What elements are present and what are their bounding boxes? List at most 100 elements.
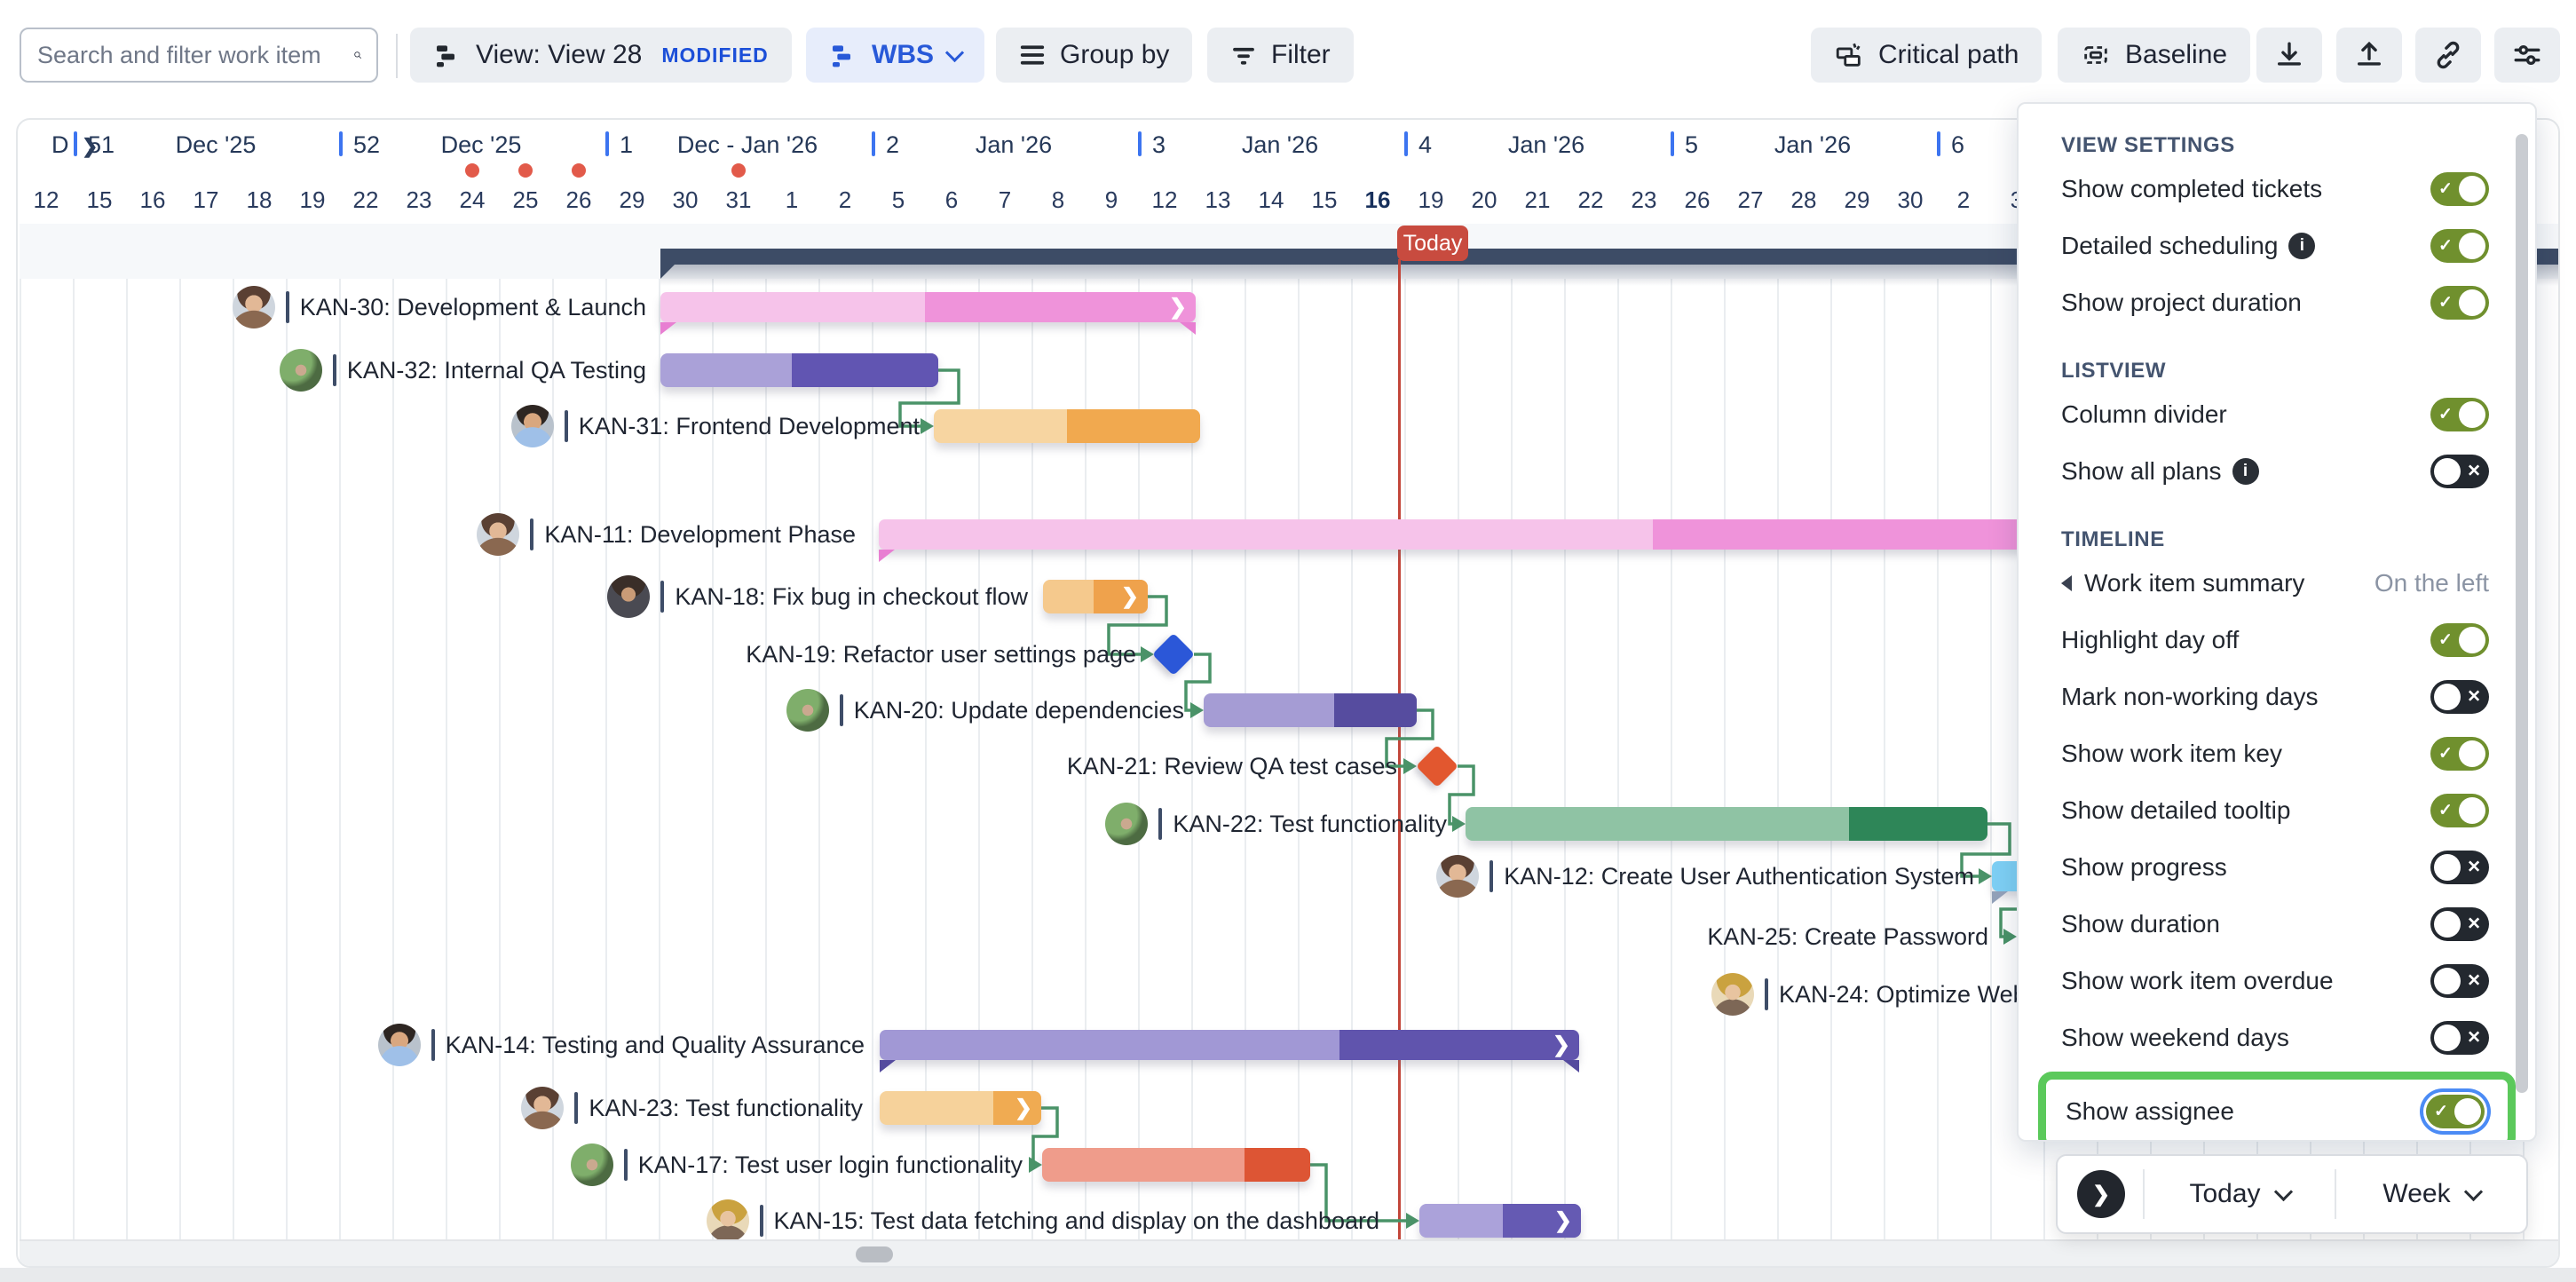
toggle-show-weekend-days[interactable]: ✕	[2430, 1021, 2489, 1055]
dependency-arrow-icon	[1406, 1213, 1419, 1229]
setting-row-show-all-plans[interactable]: Show all plansi ✕	[2061, 443, 2489, 500]
today-marker-badge: Today	[1397, 226, 1468, 261]
setting-label-text: Show completed tickets	[2061, 175, 2322, 203]
section-gap	[2061, 331, 2489, 356]
setting-row-show-project-duration[interactable]: Show project duration ✓	[2061, 274, 2489, 331]
toggle-show-all-plans[interactable]: ✕	[2430, 455, 2489, 488]
task-label-group-kan-22: KAN-22: Test functionality	[1105, 801, 1447, 847]
scroll-next-button[interactable]: ❯	[2077, 1170, 2125, 1218]
highlight-box: Show assignee✓	[2038, 1072, 2516, 1142]
toggle-show-detailed-tooltip[interactable]: ✓	[2430, 794, 2489, 827]
toggle-show-duration[interactable]: ✕	[2430, 907, 2489, 941]
task-bar-kan-17[interactable]	[1042, 1148, 1310, 1182]
view-settings-button[interactable]	[2494, 28, 2560, 83]
import-button[interactable]	[2336, 28, 2402, 83]
toggle-column-divider[interactable]: ✓	[2430, 398, 2489, 431]
label-divider	[574, 1092, 578, 1124]
week-number: 3	[1152, 131, 1166, 159]
setting-value[interactable]: On the left	[2375, 569, 2489, 597]
setting-row-show-duration[interactable]: Show duration✕	[2061, 896, 2489, 953]
setting-label-text: Show project duration	[2061, 289, 2302, 317]
task-label-group-kan-21: KAN-21: Review QA test cases	[1067, 743, 1397, 789]
toggle-show-work-item-overdue[interactable]: ✕	[2430, 964, 2489, 998]
gridline	[1617, 279, 1619, 1239]
day-number: 22	[1578, 186, 1604, 214]
task-label-group-kan-30: KAN-30: Development & Launch	[233, 284, 646, 330]
horizontal-scrollbar-track[interactable]	[20, 1239, 2560, 1268]
info-icon[interactable]: i	[2232, 458, 2259, 485]
day-number: 21	[1525, 186, 1551, 214]
toggle-show-assignee[interactable]: ✓	[2426, 1095, 2485, 1128]
task-label-group-kan-14: KAN-14: Testing and Quality Assurance	[378, 1022, 865, 1068]
avatar	[1105, 803, 1148, 845]
task-bar-kan-30[interactable]: ❯	[660, 292, 1196, 322]
task-bar-kan-31[interactable]	[934, 409, 1200, 443]
chevron-left-icon[interactable]	[2061, 575, 2072, 591]
setting-row-detailed-scheduling[interactable]: Detailed schedulingi✓	[2061, 218, 2489, 274]
day-number: 23	[1632, 186, 1657, 214]
task-label-group-kan-19: KAN-19: Refactor user settings page	[746, 631, 1136, 677]
setting-label: Show all plansi	[2061, 457, 2259, 486]
group-by-button[interactable]: Group by	[996, 28, 1192, 83]
toggle-mark-non-working-days[interactable]: ✕	[2430, 680, 2489, 714]
toggle-detailed-scheduling[interactable]: ✓	[2430, 229, 2489, 263]
panel-scrollbar-thumb[interactable]	[2516, 134, 2528, 1093]
jump-today-dropdown[interactable]: Today	[2145, 1179, 2335, 1209]
task-bar-kan-18[interactable]: ❯	[1043, 580, 1148, 613]
setting-row-show-work-item-overdue[interactable]: Show work item overdue✕	[2061, 953, 2489, 1009]
task-bar-kan-32[interactable]	[660, 353, 938, 387]
task-bar-kan-22[interactable]	[1466, 807, 1987, 841]
milestone-kan-19[interactable]	[1152, 633, 1195, 676]
task-bar-kan-14[interactable]: ❯	[880, 1030, 1579, 1060]
milestone-kan-21[interactable]	[1416, 745, 1458, 787]
filter-button[interactable]: Filter	[1207, 28, 1354, 83]
task-label-group-kan-11: KAN-11: Development Phase	[477, 511, 856, 558]
setting-row-column-divider[interactable]: Column divider✓	[2061, 386, 2489, 443]
label-divider	[760, 1205, 763, 1237]
search-input[interactable]	[36, 41, 353, 70]
toggle-knob	[2459, 233, 2485, 259]
setting-row-show-progress[interactable]: Show progress✕	[2061, 839, 2489, 896]
toggle-highlight-day-off[interactable]: ✓	[2430, 623, 2489, 657]
setting-row-highlight-day-off[interactable]: Highlight day off✓	[2061, 612, 2489, 669]
horizontal-scrollbar-thumb[interactable]	[856, 1246, 893, 1262]
task-bar-kan-15[interactable]: ❯	[1419, 1204, 1581, 1238]
jump-today-label: Today	[2189, 1179, 2260, 1209]
gridline	[1458, 279, 1459, 1239]
task-bar-kan-23[interactable]: ❯	[880, 1091, 1041, 1125]
setting-row-show-completed-tickets[interactable]: Show completed tickets ✓	[2061, 161, 2489, 218]
baseline-button[interactable]: Baseline	[2058, 28, 2250, 83]
setting-row-show-assignee[interactable]: Show assignee✓	[2066, 1083, 2485, 1140]
task-bar-kan-20[interactable]	[1204, 693, 1417, 727]
setting-label-text: Work item summary	[2084, 569, 2304, 597]
setting-row-show-weekend-days[interactable]: Show weekend days✕	[2061, 1009, 2489, 1066]
setting-row-show-detailed-tooltip[interactable]: Show detailed tooltip✓	[2061, 782, 2489, 839]
task-label-group-kan-31: KAN-31: Frontend Development	[511, 403, 920, 449]
toggle-show-completed-tickets[interactable]: ✓	[2430, 172, 2489, 206]
zoom-range-dropdown[interactable]: Week	[2336, 1179, 2526, 1209]
search-box[interactable]	[20, 28, 378, 83]
task-label: KAN-22: Test functionality	[1173, 811, 1447, 838]
wbs-button[interactable]: WBS	[806, 28, 984, 83]
view-button[interactable]: View: View 28 MODIFIED	[410, 28, 792, 83]
gridline	[1564, 279, 1566, 1239]
toggle-show-work-item-key[interactable]: ✓	[2430, 737, 2489, 771]
toggle-show-project-duration[interactable]: ✓	[2430, 286, 2489, 320]
export-button[interactable]	[2256, 28, 2322, 83]
info-icon[interactable]: i	[2288, 233, 2315, 259]
task-bar-progress	[925, 292, 1196, 322]
toggle-show-progress[interactable]: ✕	[2430, 851, 2489, 884]
day-number: 31	[726, 186, 752, 214]
sliders-icon	[2512, 40, 2542, 70]
dependency-arrow-icon	[1141, 646, 1154, 662]
gridline	[1990, 279, 1992, 1239]
day-off-dot	[731, 163, 746, 178]
expand-week-icon[interactable]: ❯	[82, 135, 98, 158]
panel-scrollbar-track[interactable]	[2516, 127, 2528, 1121]
setting-row-show-work-item-key[interactable]: Show work item key✓	[2061, 725, 2489, 782]
setting-row-work-item-summary[interactable]: Work item summary On the left	[2061, 555, 2489, 612]
toggle-state-icon: ✓	[2434, 1102, 2448, 1122]
share-link-button[interactable]	[2415, 28, 2481, 83]
critical-path-button[interactable]: Critical path	[1811, 28, 2042, 83]
setting-row-mark-non-working-days[interactable]: Mark non-working days✕	[2061, 669, 2489, 725]
